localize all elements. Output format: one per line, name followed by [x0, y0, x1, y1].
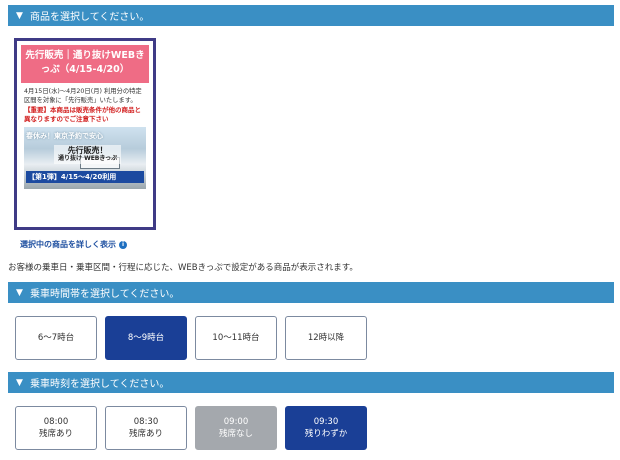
product-card-title: 先行販売｜通り抜けWEBきっぷ（4/15-4/20） — [21, 45, 149, 83]
time-band-label: 12時以降 — [307, 333, 345, 343]
section-header-time-band[interactable]: ▼ 乗車時間帯を選択してください。 — [8, 282, 614, 303]
seat-status: 残席あり — [38, 429, 73, 439]
info-icon: i — [119, 240, 127, 249]
time-band-option[interactable]: 6〜7時台 — [15, 316, 97, 360]
image-overlay-top: 春休み！東京予約で安心 — [26, 132, 103, 140]
chevron-down-icon: ▼ — [16, 377, 23, 388]
product-card[interactable]: 先行販売｜通り抜けWEBきっぷ（4/15-4/20） 4月15日(水)～4月20… — [14, 38, 156, 230]
time-value: 08:00 — [43, 417, 69, 427]
time-option[interactable]: 08:00 残席あり — [15, 406, 97, 450]
seat-status: 残席あり — [128, 429, 163, 439]
image-overlay-sub-text: 通り抜け WEBきっぷ — [58, 155, 118, 162]
time-value: 09:30 — [313, 417, 339, 427]
section-header-time[interactable]: ▼ 乗車時刻を選択してください。 — [8, 372, 614, 393]
time-band-option[interactable]: 12時以降 — [285, 316, 367, 360]
image-overlay-main: 先行販売！ 通り抜け WEBきっぷ — [54, 145, 122, 164]
product-card-note: 【重要】本商品は販売条件が他の商品と異なりますのでご注意下さい — [24, 106, 141, 123]
time-band-label: 6〜7時台 — [37, 333, 75, 343]
time-band-option-selected[interactable]: 8〜9時台 — [105, 316, 187, 360]
product-card-image: 春休み！東京予約で安心 先行販売！ 通り抜け WEBきっぷ 【第1弾】4/15～… — [24, 127, 146, 189]
product-detail-link-label: 選択中の商品を詳しく表示 — [20, 240, 116, 249]
time-value: 08:30 — [133, 417, 159, 427]
time-band-label: 10〜11時台 — [212, 333, 260, 343]
section-title: 乗車時間帯を選択してください。 — [30, 289, 180, 300]
time-option-disabled: 09:00 残席なし — [195, 406, 277, 450]
section-title: 乗車時刻を選択してください。 — [30, 379, 170, 390]
time-option[interactable]: 08:30 残席あり — [105, 406, 187, 450]
product-card-description: 4月15日(水)～4月20日(月) 利用分の特定区間を対象に「先行販売」いたしま… — [24, 88, 142, 104]
section-header-product[interactable]: ▼ 商品を選択してください。 — [8, 5, 614, 26]
time-band-label: 8〜9時台 — [127, 333, 165, 343]
section-title: 商品を選択してください。 — [30, 12, 150, 23]
chevron-down-icon: ▼ — [16, 287, 23, 298]
time-option-selected[interactable]: 09:30 残りわずか — [285, 406, 367, 450]
time-band-option[interactable]: 10〜11時台 — [195, 316, 277, 360]
chevron-down-icon: ▼ — [16, 10, 23, 21]
image-overlay-bottom: 【第1弾】4/15～4/20利用 — [26, 171, 144, 183]
product-detail-link[interactable]: 選択中の商品を詳しく表示 i — [20, 239, 127, 250]
image-overlay-main-text: 先行販売！ — [67, 146, 108, 155]
info-text: お客様の乗車日・乗車区間・行程に応じた、WEBきっぷで設定がある商品が表示されま… — [8, 263, 358, 273]
time-value: 09:00 — [223, 417, 249, 427]
seat-status: 残席なし — [218, 429, 253, 439]
seat-status: 残りわずか — [304, 429, 348, 439]
